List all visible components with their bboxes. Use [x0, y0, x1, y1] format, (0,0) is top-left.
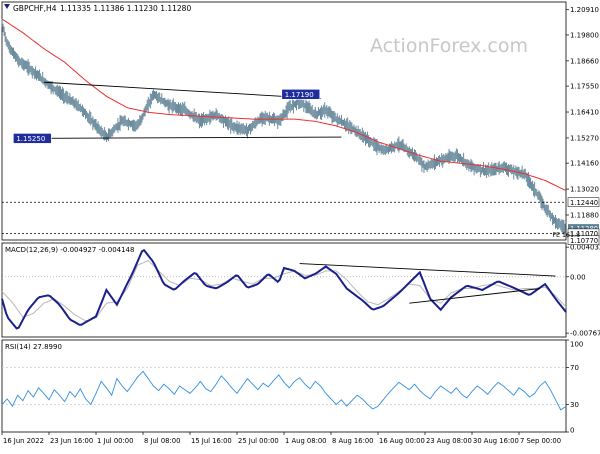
price-y-tick-label: 1.13020 [570, 186, 599, 194]
x-tick-label: 30 Aug 16:00 [473, 437, 519, 445]
macd-trendline [299, 263, 556, 277]
rsi-y-tick-label: 0 [570, 427, 574, 435]
rsi-y-tick-label: 30 [570, 401, 579, 409]
price-y-tick-label: 1.11880 [570, 211, 599, 219]
macd-y-tick-label: -0.007672 [570, 330, 600, 338]
price-trendline [17, 136, 342, 139]
ohlc-values: 1.11335 1.11386 1.11230 1.11280 [60, 4, 191, 13]
price-y-tick-label: 1.15270 [570, 134, 599, 142]
x-tick-label: 8 Jul 08:00 [144, 437, 180, 445]
price-y-tick-label: 1.17550 [570, 83, 599, 91]
rsi-y-tick-label: 100 [570, 341, 583, 349]
price-y-tick-label: 1.19800 [570, 31, 599, 39]
x-tick-label: 15 Jul 16:00 [191, 437, 232, 445]
x-tick-label: 25 Jul 00:00 [238, 437, 279, 445]
rsi-frame [1, 339, 567, 433]
x-axis: 16 Jun 2022 23 Jun 16:00 1 Jul 00:00 8 Jul … [1, 432, 561, 445]
price-y-tick-label: 1.14160 [570, 160, 599, 168]
forex-chart: ActionForex.com GBPCHF,H4 1.11335 1.1138… [0, 0, 600, 450]
x-tick-label: 7 Sep 00:00 [520, 437, 561, 445]
price-axis-marker-label: 1.12440 [570, 199, 598, 207]
x-tick-label: 8 Aug 16:00 [332, 437, 374, 445]
x-tick-label: 1 Aug 08:00 [285, 437, 327, 445]
macd-y-tick-label: 0.00 [570, 273, 586, 281]
symbol-label: GBPCHF,H4 [13, 4, 57, 13]
price-level-label: 1.17190 [285, 91, 314, 99]
x-tick-label: 23 Aug 08:00 [426, 437, 472, 445]
chart-canvas: ActionForex.com GBPCHF,H4 1.11335 1.1138… [1, 1, 600, 445]
rsi-y-tick-label: 70 [570, 364, 579, 372]
x-tick-label: 23 Jun 16:00 [50, 437, 93, 445]
price-y-tick-label: 1.18660 [570, 57, 599, 65]
macd-title: MACD(12,26,9) -0.004927 -0.004148 [5, 246, 134, 254]
fibonacci-label: FE 161.8 [552, 232, 580, 239]
rsi-title: RSI(14) 27.8990 [5, 343, 62, 351]
watermark: ActionForex.com [370, 35, 528, 57]
macd-panel: MACD(12,26,9) -0.004927 -0.004148 0.00403… [1, 244, 600, 338]
macd-y-tick-label: 0.004032 [570, 244, 600, 252]
macd-line [1, 248, 567, 330]
symbol-marker-icon [4, 4, 10, 9]
price-y-tick-label: 1.20910 [570, 6, 599, 14]
x-tick-label: 16 Jun 2022 [3, 437, 44, 445]
price-trendline [43, 81, 321, 100]
price-y-tick-label: 1.16410 [570, 109, 599, 117]
x-tick-label: 16 Aug 00:00 [379, 437, 425, 445]
rsi-panel: RSI(14) 27.8990 100 70 30 0 [1, 339, 583, 435]
price-level-label: 1.15250 [16, 135, 45, 143]
x-tick-label: 1 Jul 00:00 [97, 437, 133, 445]
chart-header: GBPCHF,H4 1.11335 1.11386 1.11230 1.1128… [4, 4, 191, 13]
